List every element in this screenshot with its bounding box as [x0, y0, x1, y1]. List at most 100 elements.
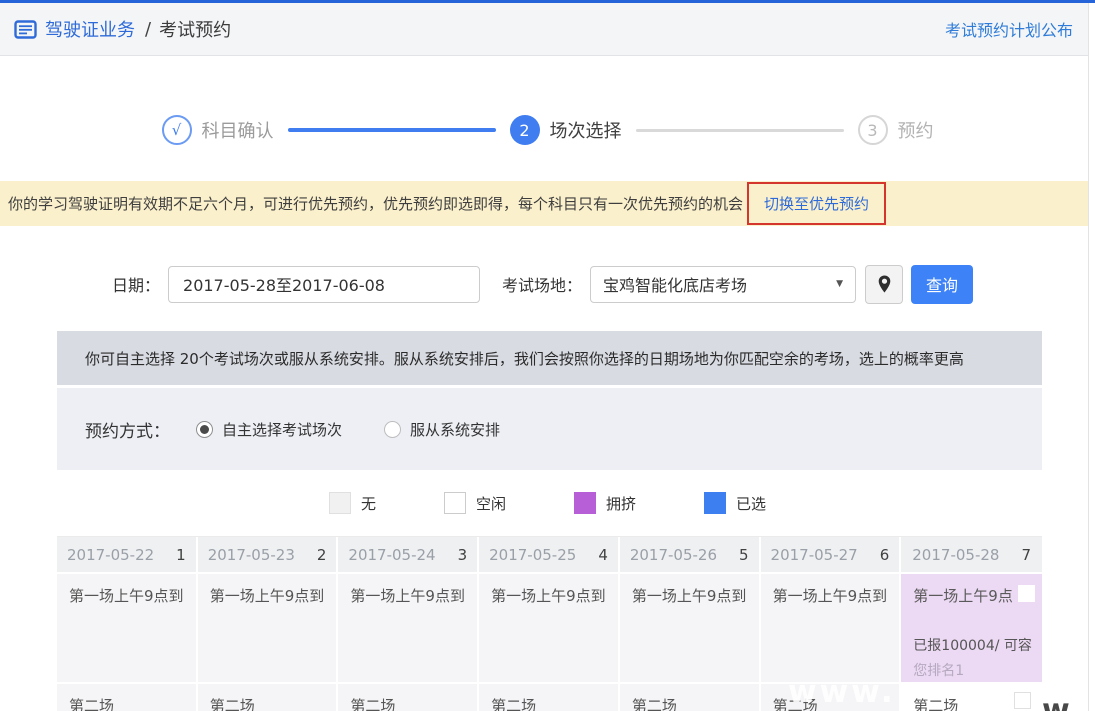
step-label-2: 场次选择 — [550, 117, 622, 143]
session-cell-text: 第二场 — [913, 697, 958, 711]
header-date: 2017-05-24 — [348, 546, 435, 564]
legend-swatch-2 — [444, 492, 466, 514]
your-rank: 您排名1 — [913, 660, 1032, 680]
filter-row: 日期： 考试场地： 宝鸡智能化底店考场 ▼ 查询 — [0, 265, 1095, 303]
legend-swatch-4 — [704, 492, 726, 514]
priority-booking-notice: 你的学习驾驶证明有效期不足六个月，可进行优先预约，优先预约即选即得，每个科目只有… — [0, 181, 1088, 226]
booking-mode-option-2[interactable]: 服从系统安排 — [384, 419, 500, 440]
radio-selected-icon[interactable] — [196, 421, 213, 438]
session-cell-session-2-day6: 第二场 — [761, 684, 902, 711]
session-cell-text: 第一场上午9点到 — [491, 587, 606, 605]
session-cell-session-2-day5: 第二场 — [620, 684, 761, 711]
session-cell-text: 第二场 — [491, 697, 536, 711]
header-date: 2017-05-22 — [67, 546, 154, 564]
calendar-date-header-4: 2017-05-25 4 — [479, 537, 620, 574]
session-cell-text: 第二场 — [632, 697, 677, 711]
search-button[interactable]: 查询 — [911, 265, 973, 304]
session-cell-text: 第一场上午9点到 — [773, 587, 888, 605]
date-range-input[interactable] — [168, 266, 480, 303]
venue-label: 考试场地： — [502, 272, 582, 296]
notice-text: 你的学习驾驶证明有效期不足六个月，可进行优先预约，优先预约即选即得，每个科目只有… — [8, 193, 743, 214]
header-day-number: 1 — [176, 546, 186, 564]
session-cell-text: 第二场 — [210, 697, 255, 711]
legend-item-4: 已选 — [704, 492, 766, 514]
session-cell-text: 第一场上午9点到 — [632, 587, 747, 605]
legend-swatch-1 — [329, 492, 351, 514]
session-cell-text: 第二场 — [350, 697, 395, 711]
step-circle-2: 2 — [510, 115, 540, 145]
breadcrumb-exam-booking: 考试预约 — [159, 16, 231, 42]
session-cell-session-1-day2: 第一场上午9点到 — [198, 574, 339, 684]
session-cell-session-1-day7[interactable]: 第一场上午9点已报100004/ 可容您排名1 — [901, 574, 1042, 684]
progress-stepper: √科目确认2场次选择3预约 — [0, 98, 1095, 162]
header-date: 2017-05-23 — [208, 546, 295, 564]
header-day-number: 5 — [739, 546, 749, 564]
calendar-date-header-2: 2017-05-23 2 — [198, 537, 339, 574]
availability-legend: 无 空闲 拥挤 已选 — [0, 470, 1095, 536]
session-cell-session-1-day4: 第一场上午9点到 — [479, 574, 620, 684]
booking-mode-label: 预约方式： — [85, 417, 170, 442]
dropdown-caret-icon: ▼ — [836, 279, 843, 289]
booking-mode-options: 自主选择考试场次 服从系统安排 — [196, 419, 542, 440]
legend-item-2: 空闲 — [444, 492, 506, 514]
date-label: 日期： — [112, 272, 160, 296]
map-location-button[interactable] — [865, 265, 903, 304]
session-cell-session-1-day1: 第一场上午9点到 — [57, 574, 198, 684]
step-label-3: 预约 — [898, 117, 934, 143]
header-date: 2017-05-25 — [489, 546, 576, 564]
header-day-number: 7 — [1021, 546, 1031, 564]
header-date: 2017-05-28 — [912, 546, 999, 564]
legend-item-1: 无 — [329, 492, 376, 514]
app-header: 驾驶证业务 / 考试预约 考试预约计划公布 — [0, 3, 1095, 56]
step-circle-1: √ — [162, 115, 192, 145]
header-date: 2017-05-27 — [771, 546, 858, 564]
enrolled-count: 已报100004/ 可容 — [913, 635, 1032, 655]
step-circle-3: 3 — [858, 115, 888, 145]
legend-item-3: 拥挤 — [574, 492, 636, 514]
legend-label: 无 — [361, 493, 376, 514]
breadcrumb: 驾驶证业务 / 考试预约 — [14, 16, 231, 42]
breadcrumb-license-business[interactable]: 驾驶证业务 — [45, 16, 135, 42]
session-cell-session-1-day6: 第一场上午9点到 — [761, 574, 902, 684]
session-cell-text: 第一场上午9点到 — [69, 587, 184, 605]
session-cell-text: 第一场上午9点到 — [210, 587, 325, 605]
venue-select[interactable]: 宝鸡智能化底店考场 ▼ — [590, 266, 856, 303]
session-checkbox[interactable] — [1014, 692, 1031, 709]
scrollbar-track[interactable] — [1088, 3, 1095, 711]
step-connector-1 — [288, 128, 496, 132]
header-date: 2017-05-26 — [630, 546, 717, 564]
session-cell-session-1-day3: 第一场上午9点到 — [338, 574, 479, 684]
header-day-number: 3 — [458, 546, 468, 564]
calendar-row-session-1: 第一场上午9点到 第一场上午9点到 第一场上午9点到 第一场上午9点到 第一场上午9点到… — [57, 574, 1042, 684]
booking-mode-option-1[interactable]: 自主选择考试场次 — [196, 419, 342, 440]
session-cell-text: 第一场上午9点到 — [350, 587, 465, 605]
info-bar: 你可自主选择 20个考试场次或服从系统安排。服从系统安排后，我们会按照你选择的日… — [57, 331, 1042, 385]
switch-to-priority-link[interactable]: 切换至优先预约 — [764, 193, 869, 214]
session-cell-text: 第二场 — [69, 697, 114, 711]
calendar-row-session-2: 第二场 第二场 第二场 第二场 第二场 第二场 第二场 — [57, 684, 1042, 711]
session-cell-session-2-day4: 第二场 — [479, 684, 620, 711]
annotation-red-box: 切换至优先预约 — [747, 182, 886, 225]
session-cell-session-2-day3: 第二场 — [338, 684, 479, 711]
legend-label: 已选 — [736, 493, 766, 514]
session-checkbox[interactable] — [1018, 585, 1035, 602]
header-day-number: 2 — [317, 546, 327, 564]
radio-unselected-icon[interactable] — [384, 421, 401, 438]
header-day-number: 6 — [880, 546, 890, 564]
session-cell-text: 第一场上午9点 — [913, 587, 1013, 605]
calendar-date-header-5: 2017-05-26 5 — [620, 537, 761, 574]
calendar-date-header-6: 2017-05-27 6 — [761, 537, 902, 574]
radio-option-label: 自主选择考试场次 — [222, 419, 342, 440]
session-cell-text: 第二场 — [773, 697, 818, 711]
session-calendar: 2017-05-2212017-05-2322017-05-2432017-05… — [57, 536, 1042, 711]
venue-selected-value: 宝鸡智能化底店考场 — [603, 272, 747, 296]
legend-label: 拥挤 — [606, 493, 636, 514]
header-day-number: 4 — [598, 546, 608, 564]
calendar-date-header-3: 2017-05-24 3 — [338, 537, 479, 574]
session-cell-session-1-day5: 第一场上午9点到 — [620, 574, 761, 684]
radio-option-label: 服从系统安排 — [410, 419, 500, 440]
legend-label: 空闲 — [476, 493, 506, 514]
session-cell-session-2-day7[interactable]: 第二场 — [901, 684, 1042, 711]
exam-plan-announcement-link[interactable]: 考试预约计划公布 — [945, 17, 1073, 41]
license-business-icon — [14, 20, 37, 39]
